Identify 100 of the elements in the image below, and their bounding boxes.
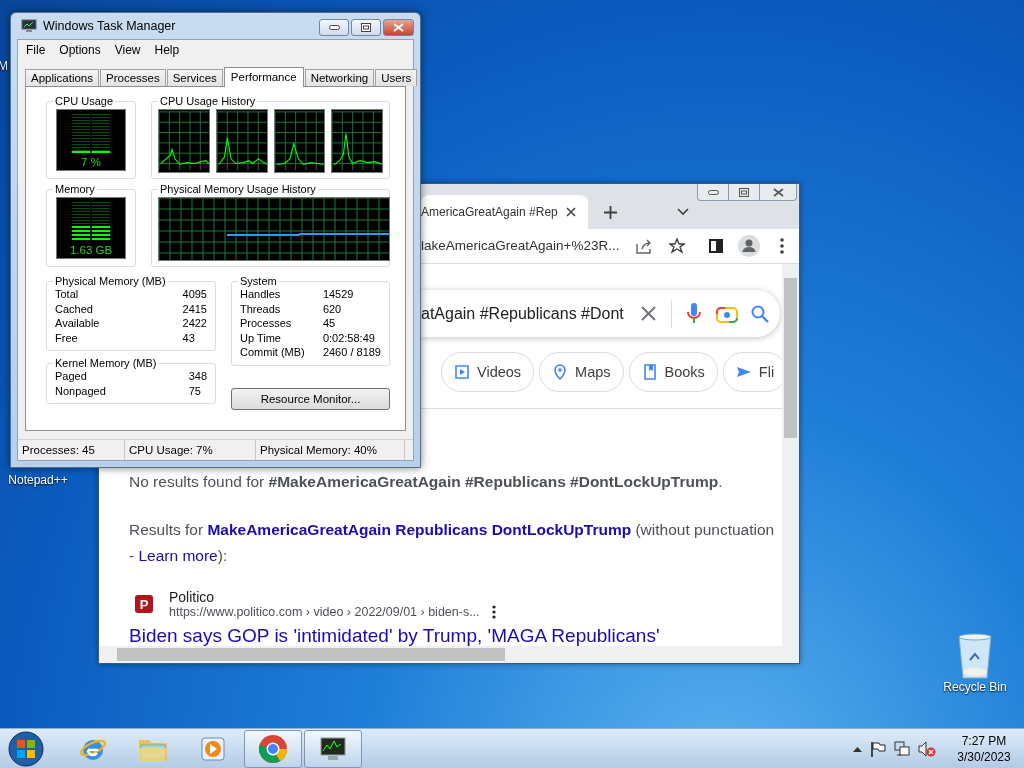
stat-label: Paged: [55, 369, 88, 384]
result-title-link[interactable]: Biden says GOP is 'intimidated' by Trump, 'MAGA Republicans': [129, 625, 660, 646]
play-square-icon: [454, 364, 470, 380]
more-menu-icon[interactable]: [779, 238, 784, 254]
result-url[interactable]: https://www.politico.com › video › 2022/09/01 › biden-s...: [169, 605, 480, 619]
search-field[interactable]: atAgain #Republicans #Dont: [421, 290, 780, 337]
speaker-muted-icon[interactable]: [918, 740, 936, 757]
stat-value: 43: [182, 330, 196, 345]
stat-value: 75: [188, 383, 202, 398]
horizontal-scrollbar[interactable]: [99, 646, 799, 663]
clock-date[interactable]: 3/30/2023: [957, 748, 1011, 765]
meter-reading: 7 %: [81, 156, 101, 168]
clear-icon[interactable]: [640, 306, 656, 321]
circle-logo-icon: [258, 733, 288, 764]
stat-value: 4095: [182, 287, 207, 302]
group-title: Kernel Memory (MB): [54, 357, 158, 369]
search-icon[interactable]: [751, 304, 770, 323]
maximize-icon: [361, 23, 371, 32]
desktop-icon-label[interactable]: Notepad++: [8, 473, 68, 487]
monitor-graph-icon: [318, 735, 348, 762]
map-pin-icon: [552, 364, 569, 380]
share-icon[interactable]: [635, 238, 652, 254]
more-options-icon[interactable]: [491, 605, 496, 619]
filter-chip[interactable]: Videos: [441, 352, 535, 392]
caret-up-icon[interactable]: [853, 745, 862, 752]
resource-monitor-button[interactable]: Resource Monitor...: [231, 387, 390, 410]
stat-value: 14529: [322, 287, 355, 302]
book-icon: [641, 364, 658, 380]
tab[interactable]: Processes: [100, 69, 166, 86]
stat-label: Cached: [55, 301, 94, 316]
tab[interactable]: Users: [375, 69, 418, 86]
query-link[interactable]: MakeAmericaGreatAgain Republicans DontLockUpTrump: [207, 521, 632, 538]
group-title: Physical Memory (MB): [54, 275, 167, 287]
close-button[interactable]: [383, 19, 414, 36]
chevron-down-icon[interactable]: [676, 208, 689, 216]
stat-label: Total: [55, 287, 80, 302]
minimize-icon: [328, 25, 340, 30]
group-title: Memory: [54, 183, 96, 195]
tab[interactable]: Services: [166, 69, 223, 86]
monitor-icon: [21, 19, 37, 33]
stat-value: 45: [322, 316, 337, 331]
stat-label: Free: [55, 330, 79, 345]
play-icon: [200, 735, 226, 762]
filter-chip[interactable]: Books: [628, 352, 718, 392]
window-title: Windows Task Manager: [43, 19, 177, 33]
menu-item[interactable]: Help: [148, 42, 188, 59]
tab[interactable]: Performance: [223, 67, 304, 87]
meter-reading: 1.63 GB: [69, 244, 113, 256]
stat-value: 2415: [182, 301, 207, 316]
close-icon: [772, 187, 784, 197]
flag-icon[interactable]: [870, 740, 886, 757]
cpu-history-graph: [215, 109, 268, 173]
stat-value: 348: [188, 369, 207, 384]
tab[interactable]: Applications: [25, 69, 99, 86]
group-title: CPU Usage History: [159, 95, 257, 107]
desktop-icon-label[interactable]: Recycle Bin: [943, 680, 1007, 694]
group-title: System: [239, 275, 278, 287]
vertical-scrollbar[interactable]: [782, 264, 799, 646]
close-icon[interactable]: [565, 207, 576, 217]
camera-icon[interactable]: [716, 304, 739, 323]
cpu-history-graph: [273, 109, 326, 173]
stat-label: Up Time: [240, 330, 282, 345]
stat-label: Available: [55, 316, 101, 331]
filter-chip[interactable]: Fli: [722, 352, 782, 392]
site-favicon: P: [135, 595, 153, 613]
network-icon[interactable]: [894, 740, 910, 757]
result-site-name[interactable]: Politico: [169, 589, 480, 605]
start-button[interactable]: [6, 728, 46, 768]
status-text: CPU Usage: 7%: [125, 440, 256, 460]
star-icon[interactable]: [668, 238, 685, 254]
side-panel-icon[interactable]: [708, 239, 723, 253]
menu-item[interactable]: Options: [53, 42, 109, 59]
profile-icon[interactable]: [737, 235, 760, 257]
new-tab-icon[interactable]: [603, 206, 617, 219]
no-results-message: No results found for #MakeAmericaGreatAgain #Republicans #DontLockUpTrump.: [129, 472, 724, 492]
minimize-icon: [707, 189, 719, 195]
stat-value: 0:02:58:49: [322, 330, 376, 345]
stat-label: Nonpaged: [55, 383, 107, 398]
filter-chip[interactable]: Maps: [539, 352, 624, 392]
windows-logo-icon: [8, 730, 44, 767]
tab[interactable]: Networking: [304, 69, 375, 86]
address-bar[interactable]: lakeAmericaGreatAgain+%23R...: [421, 237, 621, 255]
menu-item[interactable]: File: [20, 42, 54, 59]
maximize-button[interactable]: [351, 19, 381, 36]
learn-more-link[interactable]: Learn more: [138, 547, 218, 564]
results-for-message: Results for MakeAmericaGreatAgain Republicans DontLockUpTrump (without punctuation - Learn more):: [129, 520, 775, 566]
stat-value: 2460 / 8189: [322, 345, 381, 360]
browser-tab[interactable]: AmericaGreatAgain #Rep: [421, 195, 588, 229]
maximize-icon: [739, 187, 749, 197]
stat-label: Processes: [240, 316, 293, 331]
taskbar-button[interactable]: [304, 729, 362, 768]
stat-label: Threads: [240, 301, 282, 316]
stat-label: Handles: [240, 287, 282, 302]
stat-value: 620: [322, 301, 343, 316]
recycle-bin-icon[interactable]: [956, 632, 994, 680]
menu-item[interactable]: View: [108, 42, 149, 59]
status-text: Processes: 45: [18, 440, 125, 460]
microphone-icon[interactable]: [687, 302, 702, 325]
clock-time[interactable]: 7:27 PM: [961, 732, 1007, 749]
minimize-button[interactable]: [319, 19, 349, 36]
